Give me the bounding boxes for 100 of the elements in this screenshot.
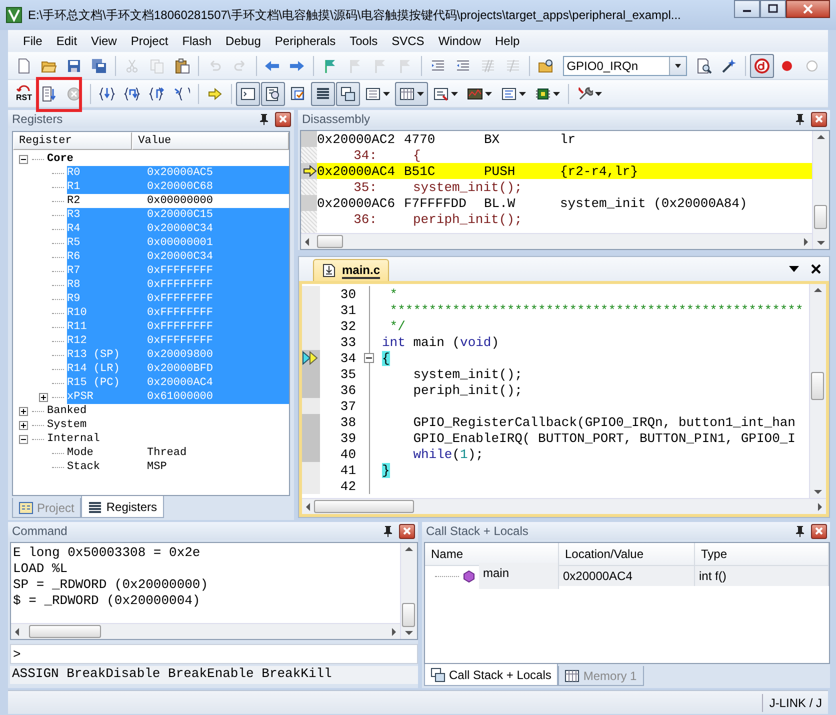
column-header[interactable]: Value xyxy=(132,132,289,150)
tree-row[interactable]: Mode Thread xyxy=(67,446,289,460)
registers-icon xyxy=(88,500,102,514)
source-code: periph_init(); xyxy=(413,212,522,226)
close-button[interactable] xyxy=(811,112,827,126)
prompt-symbol: > xyxy=(13,646,21,662)
column-header[interactable]: Type xyxy=(695,543,829,565)
close-button[interactable] xyxy=(811,524,827,538)
opcode: F7FFFFDD xyxy=(404,196,468,210)
clipboard-icon xyxy=(174,58,190,74)
tree-row[interactable]: Stack MSP xyxy=(67,460,289,474)
copy-icon xyxy=(148,58,165,74)
expand-toggle-icon[interactable] xyxy=(39,392,48,402)
line-number: 32 xyxy=(339,318,357,334)
close-button[interactable] xyxy=(809,262,823,276)
register-value: 0xFFFFFFFF xyxy=(147,279,214,291)
expand-toggle-icon[interactable] xyxy=(19,154,28,164)
command-hint: ASSIGN BreakDisable BreakEnable BreakKill xyxy=(10,666,418,684)
function-combo[interactable]: GPIO0_IRQn xyxy=(562,56,688,76)
tree-row[interactable]: System xyxy=(47,418,289,432)
reset-arrow-button[interactable]: RST xyxy=(12,82,36,106)
file-tab[interactable]: main.c xyxy=(313,259,390,281)
menu-item[interactable]: Tools xyxy=(342,32,385,50)
register-name: R0 xyxy=(67,167,82,179)
menu-item[interactable]: Flash xyxy=(175,32,219,50)
line-number: 31 xyxy=(339,302,357,318)
vertical-scrollbar[interactable] xyxy=(400,543,417,639)
panel-title: Command xyxy=(12,524,68,538)
operand: {r2-r4,lr} xyxy=(560,164,638,178)
register-value: 0x20000AC5 xyxy=(147,167,214,179)
close-icon xyxy=(402,526,412,536)
register-name: R14 (LR) xyxy=(67,363,121,375)
line-number: 33 xyxy=(339,334,357,350)
maximize-button[interactable] xyxy=(760,0,786,18)
dropdown-caret-icon xyxy=(417,90,424,96)
code-line: system_init(); xyxy=(412,366,522,382)
code-line: GPIO_EnableIRQ( BUTTON_PORT, BUTTON_PIN1, GPIO0_I xyxy=(412,430,796,446)
instruction-address: 0x20000AC2 xyxy=(317,132,396,146)
vertical-scrollbar[interactable] xyxy=(809,284,826,498)
register-value: 0x20000C34 xyxy=(147,223,214,235)
register-name: R10 xyxy=(67,307,88,319)
debug-button[interactable] xyxy=(750,54,774,78)
panel-tab[interactable]: Registers xyxy=(81,496,164,518)
comment-lines-icon xyxy=(504,58,521,74)
line-number: 40 xyxy=(339,446,357,462)
folder-search-icon xyxy=(538,58,554,74)
menu-item[interactable]: Window xyxy=(431,32,488,50)
dropdown-caret-icon xyxy=(553,90,560,96)
menu-item[interactable]: Debug xyxy=(218,32,268,50)
step-into-icon xyxy=(99,86,115,102)
column-header[interactable]: Register xyxy=(13,132,132,150)
source-code: { xyxy=(413,148,421,162)
expand-toggle-icon[interactable] xyxy=(19,420,28,430)
registers-window-icon xyxy=(315,86,331,102)
menu-item[interactable]: View xyxy=(84,32,124,50)
function-icon xyxy=(463,570,475,582)
vertical-scrollbar[interactable] xyxy=(812,131,829,249)
command-output-line: E long 0x50003308 = 0x2e xyxy=(13,545,202,561)
tree-row[interactable]: R2 0x00000000 xyxy=(67,194,289,208)
trace-window-icon xyxy=(501,86,517,102)
menu-item[interactable]: SVCS xyxy=(384,32,432,50)
scissors-icon xyxy=(124,58,140,74)
register-name: R4 xyxy=(67,223,82,235)
menu-item[interactable]: Project xyxy=(124,32,176,50)
menu-item[interactable]: Edit xyxy=(49,32,84,50)
tree-row[interactable]: Internal xyxy=(47,432,289,446)
register-value: 0x20009800 xyxy=(147,349,214,361)
memory-window-button[interactable] xyxy=(395,82,428,106)
menu-item[interactable]: Peripherals xyxy=(268,32,343,50)
reset-arrow-icon xyxy=(16,85,32,93)
call-stack-window-button[interactable] xyxy=(336,82,360,106)
command-input-field[interactable]: > xyxy=(10,644,418,664)
registers-window-button[interactable] xyxy=(311,82,335,106)
menu-item[interactable]: Help xyxy=(488,32,527,50)
close-icon xyxy=(814,114,824,124)
floppy-disks-icon xyxy=(91,58,107,74)
expand-toggle-icon[interactable] xyxy=(19,434,28,444)
horizontal-scrollbar[interactable] xyxy=(302,498,826,514)
tree-row[interactable]: Banked xyxy=(47,404,289,418)
register-value: 0x20000C15 xyxy=(147,209,214,221)
close-button[interactable] xyxy=(399,524,415,538)
command-window-button[interactable] xyxy=(236,82,260,106)
horizontal-scrollbar[interactable] xyxy=(11,623,400,639)
close-icon xyxy=(278,114,288,124)
expand-toggle-icon[interactable] xyxy=(19,406,28,416)
register-name: System xyxy=(47,419,88,431)
register-value: 0x00000001 xyxy=(147,237,214,249)
close-button[interactable] xyxy=(275,112,291,126)
fold-toggle-icon[interactable] xyxy=(364,353,374,363)
register-name: R1 xyxy=(67,181,82,193)
disassembly-window-button[interactable] xyxy=(261,82,285,106)
register-value: 0xFFFFFFFF xyxy=(147,265,214,277)
tree-row[interactable]: Core xyxy=(47,152,289,166)
minimize-button[interactable] xyxy=(734,0,760,18)
horizontal-scrollbar[interactable] xyxy=(301,233,812,249)
close-button[interactable] xyxy=(786,0,830,18)
register-name: R5 xyxy=(67,237,82,249)
source-line-number: 36: xyxy=(352,212,378,226)
menu-item[interactable]: File xyxy=(16,32,50,50)
panel-tab[interactable]: Call Stack + Locals xyxy=(424,664,558,686)
